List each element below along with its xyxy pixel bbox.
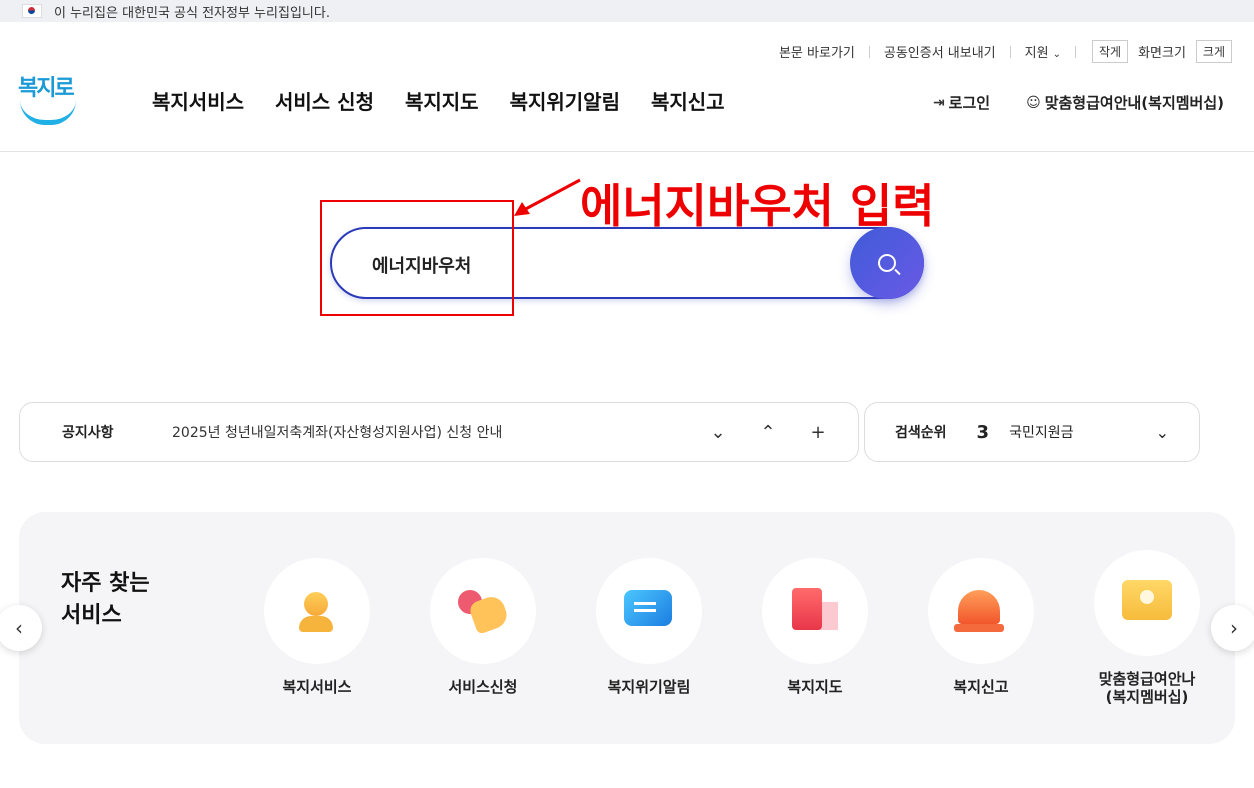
search-icon bbox=[878, 254, 896, 272]
chevron-down-icon[interactable]: ⌄ bbox=[1156, 423, 1169, 442]
click-icon bbox=[430, 558, 536, 664]
nav-welfare-services[interactable]: 복지서비스 bbox=[152, 86, 244, 115]
skip-link[interactable]: 본문 바로가기 bbox=[779, 42, 855, 61]
fav-item-label: 복지서비스 bbox=[282, 678, 352, 696]
fav-item-service-apply[interactable]: 서비스신청 bbox=[423, 558, 543, 696]
rank-number: 3 bbox=[976, 421, 990, 443]
nav-welfare-report[interactable]: 복지신고 bbox=[651, 86, 725, 115]
font-small-button[interactable]: 작게 bbox=[1091, 40, 1129, 63]
nav-service-apply[interactable]: 서비스 신청 bbox=[275, 86, 374, 115]
search-rank-bar: 검색순위 3 국민지원금 ⌄ bbox=[864, 402, 1200, 462]
screen-size-label: 화면크기 bbox=[1138, 46, 1186, 61]
chevron-up-icon[interactable]: ⌃ bbox=[758, 422, 778, 443]
support-label: 지원 bbox=[1024, 46, 1049, 61]
annotation-highlight-box bbox=[320, 200, 514, 316]
divider bbox=[1009, 45, 1011, 58]
chevron-left-icon: ‹ bbox=[15, 616, 23, 640]
gov-banner: 이 누리집은 대한민국 공식 전자정부 누리집입니다. bbox=[0, 0, 1254, 22]
favorites-title: 자주 찾는 서비스 bbox=[61, 568, 150, 632]
member-menu: ⇥ 로그인 ☺ 맞춤형급여안내(복지멤버십) bbox=[897, 92, 1224, 113]
favorites-title-line2: 서비스 bbox=[61, 603, 122, 628]
support-menu[interactable]: 지원 ⌄ bbox=[1025, 42, 1061, 61]
annotation-arrow-icon bbox=[514, 178, 581, 216]
rank-keyword[interactable]: 국민지원금 bbox=[1009, 422, 1156, 442]
annotation-text: 에너지바우처 입력 bbox=[580, 179, 935, 233]
site-logo[interactable]: 복지로 bbox=[18, 70, 78, 125]
favorite-services: 자주 찾는 서비스 복지서비스 서비스신청 복지위기알림 복지지도 복지신고 맞… bbox=[19, 512, 1235, 744]
fav-item-welfare-services[interactable]: 복지서비스 bbox=[257, 558, 377, 696]
fav-item-label: 맞춤형급여안나 (복지멤버십) bbox=[1098, 670, 1196, 706]
login-icon: ⇥ bbox=[932, 94, 945, 111]
chevron-down-icon: ⌄ bbox=[1052, 49, 1061, 60]
membership-label: 맞춤형급여안내(복지멤버십) bbox=[1044, 94, 1224, 112]
header-divider bbox=[0, 151, 1254, 152]
fav-item-label: 복지위기알림 bbox=[607, 678, 691, 696]
logo-text: 복지로 bbox=[18, 76, 75, 101]
fav-item-label: 서비스신청 bbox=[448, 678, 518, 696]
favorites-title-line1: 자주 찾는 bbox=[61, 571, 150, 596]
notice-text[interactable]: 2025년 청년내일저축계좌(자산형성지원사업) 신청 안내 bbox=[172, 422, 708, 442]
chevron-down-icon[interactable]: ⌄ bbox=[708, 422, 728, 443]
plus-icon[interactable]: + bbox=[808, 422, 828, 443]
id-card-icon bbox=[1094, 550, 1200, 656]
building-icon bbox=[762, 558, 868, 664]
cert-export-link[interactable]: 공동인증서 내보내기 bbox=[884, 42, 996, 61]
fav-item-welfare-map[interactable]: 복지지도 bbox=[755, 558, 875, 696]
membership-link[interactable]: ☺ 맞춤형급여안내(복지멤버십) bbox=[1026, 92, 1224, 113]
rank-label: 검색순위 bbox=[895, 425, 947, 441]
font-large-button[interactable]: 크게 bbox=[1195, 40, 1232, 63]
korea-flag-icon bbox=[22, 4, 42, 18]
nav-crisis-alert[interactable]: 복지위기알림 bbox=[510, 86, 620, 115]
notice-bar: 공지사항 2025년 청년내일저축계좌(자산형성지원사업) 신청 안내 ⌄ ⌃ … bbox=[19, 402, 859, 462]
fav-item-label: 복지신고 bbox=[953, 678, 1009, 696]
user-plus-icon: ☺ bbox=[1026, 94, 1041, 111]
gov-banner-text: 이 누리집은 대한민국 공식 전자정부 누리집입니다. bbox=[54, 5, 330, 21]
siren-icon bbox=[928, 558, 1034, 664]
fav-item-welfare-report[interactable]: 복지신고 bbox=[921, 558, 1041, 696]
utility-menu: 본문 바로가기 공동인증서 내보내기 지원 ⌄ 작게 화면크기 크게 bbox=[779, 40, 1234, 63]
logo-smile-icon bbox=[20, 100, 76, 125]
person-icon bbox=[264, 558, 370, 664]
fav-item-label: 복지지도 bbox=[787, 678, 843, 696]
login-label: 로그인 bbox=[948, 94, 991, 112]
main-nav: 복지서비스 서비스 신청 복지지도 복지위기알림 복지신고 bbox=[152, 86, 756, 115]
chevron-right-icon: › bbox=[1230, 616, 1238, 640]
carousel-next-button[interactable]: › bbox=[1211, 605, 1254, 651]
fav-item-membership[interactable]: 맞춤형급여안나 (복지멤버십) bbox=[1087, 550, 1207, 706]
search-button[interactable] bbox=[850, 227, 924, 299]
login-link[interactable]: ⇥ 로그인 bbox=[933, 92, 990, 113]
fav-item-crisis-alert[interactable]: 복지위기알림 bbox=[589, 558, 709, 696]
message-icon bbox=[596, 558, 702, 664]
notice-label: 공지사항 bbox=[62, 425, 114, 441]
divider bbox=[1074, 45, 1076, 58]
divider bbox=[868, 45, 870, 58]
nav-welfare-map[interactable]: 복지지도 bbox=[405, 86, 479, 115]
